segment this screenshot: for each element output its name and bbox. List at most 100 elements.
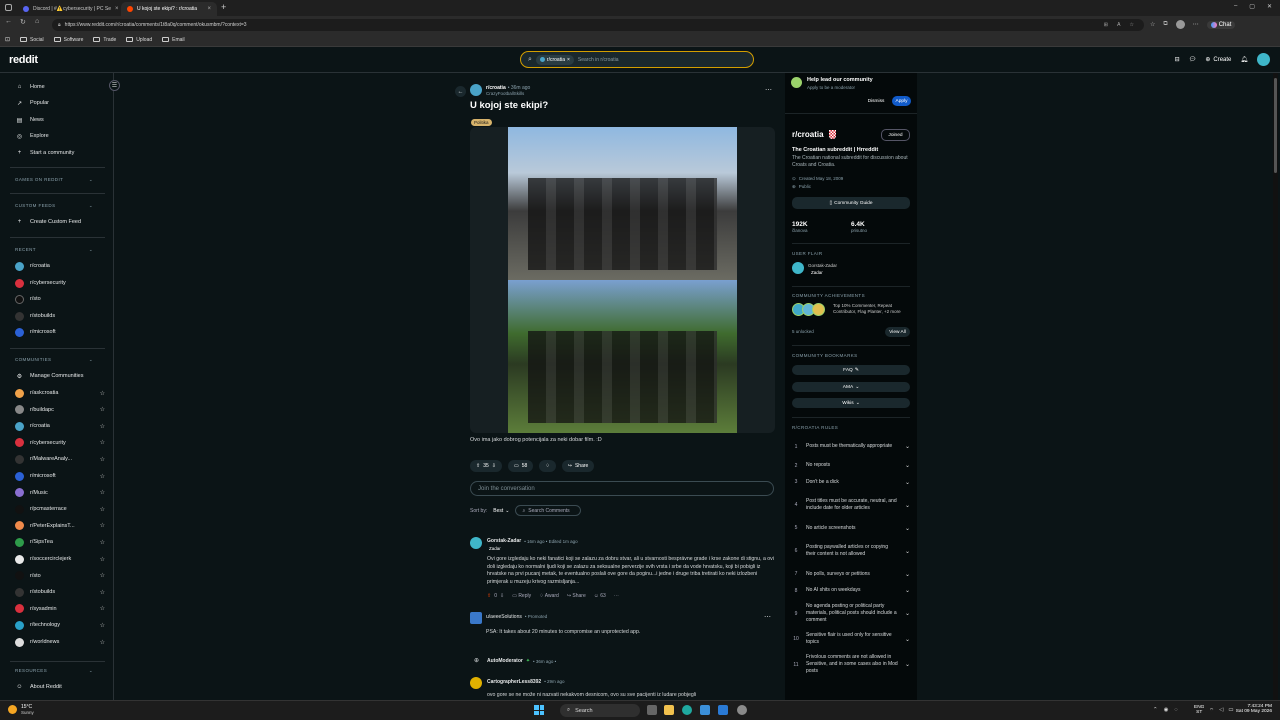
award-button[interactable]: ♢: [539, 460, 556, 472]
achievement-badges[interactable]: [792, 303, 825, 316]
star-icon[interactable]: ☆: [100, 473, 105, 480]
reply-button[interactable]: ▭ Reply: [512, 593, 531, 599]
tray-icons[interactable]: ⌔ ◁ ▭: [1209, 707, 1234, 714]
profile-avatar[interactable]: [1175, 20, 1185, 29]
url-field[interactable]: 🔒︎ https://www.reddit.com/r/croatia/comm…: [52, 19, 1144, 31]
recent-item[interactable]: r/croatia: [15, 260, 105, 272]
sidebar-item-explore[interactable]: ◎ Explore: [15, 130, 105, 142]
sidebar-item-community[interactable]: r/croatia ☆: [15, 420, 105, 432]
refresh-icon[interactable]: ↻: [20, 18, 26, 26]
browser-menu-icon[interactable]: [5, 4, 12, 11]
vote-control[interactable]: ⇧ 0 ⇩: [487, 593, 504, 599]
bookmark-wikis-button[interactable]: Wikis ⌄: [792, 398, 910, 408]
vote-control[interactable]: ⇧ 35 ⇩: [470, 460, 502, 472]
advertiser-name[interactable]: u/aeeeSolutions: [486, 614, 522, 620]
new-tab-button[interactable]: +: [221, 2, 226, 12]
tab-discord[interactable]: Discord | #⚠️cybersecurity | PC Se ×: [17, 2, 121, 16]
bookmark-email[interactable]: Email: [162, 37, 185, 43]
chevron-up-icon[interactable]: ⌃: [1153, 707, 1158, 713]
bookmark-software[interactable]: Software: [53, 37, 83, 43]
close-icon[interactable]: ×: [207, 6, 211, 12]
star-icon[interactable]: ☆: [100, 456, 105, 463]
comments-button[interactable]: ▭ 58: [507, 460, 534, 472]
maximize-icon[interactable]: ▢: [1249, 3, 1255, 10]
games-section-header[interactable]: GAMES ON REDDIT ⌄: [15, 177, 93, 183]
search-scope-chip[interactable]: r/croatia ×: [535, 54, 574, 65]
award-button[interactable]: ♢ Award: [539, 593, 559, 599]
bookmarks-icon[interactable]: ⊡: [5, 36, 10, 43]
sidebar-item-community[interactable]: r/sto ☆: [15, 570, 105, 582]
bookmark-ama-button[interactable]: AMA ⌄: [792, 382, 910, 392]
bell-icon[interactable]: 🔔︎: [1240, 56, 1248, 63]
star-icon[interactable]: ☆: [100, 390, 105, 397]
sidebar-item-home[interactable]: ⌂ Home: [15, 81, 105, 93]
task-view-icon[interactable]: [647, 705, 657, 715]
advertise-icon[interactable]: ⊟: [1175, 56, 1180, 63]
network-icon[interactable]: ◉: [1164, 707, 1169, 713]
sort-dropdown[interactable]: Best ⌄: [493, 508, 509, 514]
minimize-icon[interactable]: –: [1234, 3, 1237, 10]
back-button[interactable]: ←: [455, 86, 466, 97]
commenter-avatar[interactable]: [470, 537, 482, 549]
star-icon[interactable]: ☆: [100, 605, 105, 612]
mail-icon[interactable]: [718, 705, 728, 715]
sidebar-item-community[interactable]: r/sysadmin ☆: [15, 603, 105, 615]
search-bar[interactable]: ⌕ r/croatia × Search in r/croatia: [520, 51, 754, 68]
rule-item[interactable]: 2 No reposts ⌄: [792, 459, 910, 473]
dismiss-button[interactable]: Dismiss: [864, 96, 888, 106]
star-icon[interactable]: ☆: [100, 589, 105, 596]
language-indicator[interactable]: ENG ST: [1194, 705, 1204, 715]
sidebar-item-news[interactable]: ▤ News: [15, 114, 105, 126]
wifi-icon[interactable]: ◌: [1174, 707, 1177, 713]
file-explorer-icon[interactable]: [664, 705, 674, 715]
star-icon[interactable]: ☆: [100, 522, 105, 529]
comment-author[interactable]: AutoModerator: [487, 658, 523, 664]
rule-item[interactable]: 11 Frivolous comments are not allowed in …: [792, 651, 910, 678]
more-icon[interactable]: ⋯: [764, 613, 771, 621]
close-window-icon[interactable]: ✕: [1267, 3, 1272, 10]
recent-header[interactable]: RECENT ⌄: [15, 247, 93, 253]
upvote-icon[interactable]: ⇧: [487, 593, 491, 599]
comment-author[interactable]: CartographerLess8392: [487, 679, 541, 685]
star-icon[interactable]: ☆: [100, 639, 105, 646]
user-avatar[interactable]: [1257, 53, 1270, 66]
star-icon[interactable]: ☆: [100, 423, 105, 430]
post-subreddit[interactable]: r/croatia: [486, 85, 506, 91]
bookmark-faq-button[interactable]: FAQ ✎: [792, 365, 910, 375]
rule-item[interactable]: 1 Posts must be thematically appropriate ⌄: [792, 437, 910, 456]
browser-toolbar-icons[interactable]: ☆ ⧉ ⋯ Chat: [1150, 20, 1236, 29]
rule-item[interactable]: 8 No AI shits on weekdays ⌄: [792, 584, 910, 598]
star-icon[interactable]: ☆: [100, 439, 105, 446]
tab-reddit[interactable]: U kojoj ste ekipi? : r/croatia ×: [121, 2, 217, 16]
wifi-icon[interactable]: ⌔: [1209, 707, 1214, 714]
star-icon[interactable]: ☆: [100, 622, 105, 629]
view-all-button[interactable]: View All: [885, 327, 910, 337]
sidebar-item-community[interactable]: r/buildapc ☆: [15, 404, 105, 416]
battery-icon[interactable]: ▭: [1228, 707, 1233, 714]
back-icon[interactable]: ←: [5, 18, 12, 25]
create-button[interactable]: ⊕ Create: [1205, 56, 1231, 64]
store-icon[interactable]: [700, 705, 710, 715]
sidebar-item-about[interactable]: ☺ About Reddit: [15, 681, 105, 693]
favorites-icon[interactable]: ☆: [1150, 21, 1155, 28]
star-icon[interactable]: ☆: [100, 539, 105, 546]
custom-feeds-header[interactable]: CUSTOM FEEDS ⌄: [15, 203, 93, 209]
rule-item[interactable]: 7 No polls, surveys or petitions ⌄: [792, 567, 910, 581]
resources-header[interactable]: RESOURCES ⌄: [15, 668, 93, 674]
rule-item[interactable]: 6 Posting paywalled articles or copying t…: [792, 538, 910, 565]
collections-icon[interactable]: ⧉: [1163, 21, 1167, 28]
sidebar-item-community[interactable]: r/SipsTea ☆: [15, 536, 105, 548]
upvote-icon[interactable]: ⇧: [476, 463, 480, 469]
create-custom-feed[interactable]: + Create Custom Feed: [15, 216, 105, 228]
close-icon[interactable]: ×: [115, 6, 119, 12]
recent-item[interactable]: r/stobuilds: [15, 310, 105, 322]
expand-icon[interactable]: ⊕: [474, 657, 479, 664]
sidebar-item-community[interactable]: r/stobuilds ☆: [15, 586, 105, 598]
star-icon[interactable]: ☆: [100, 489, 105, 496]
share-button[interactable]: ↪ Share: [561, 460, 595, 472]
star-icon[interactable]: ☆: [100, 572, 105, 579]
settings-icon[interactable]: [737, 705, 747, 715]
community-guide-button[interactable]: ▯ Community Guide: [792, 197, 910, 209]
volume-icon[interactable]: ◁: [1219, 707, 1223, 714]
sidebar-item-community[interactable]: r/technology ☆: [15, 619, 105, 631]
